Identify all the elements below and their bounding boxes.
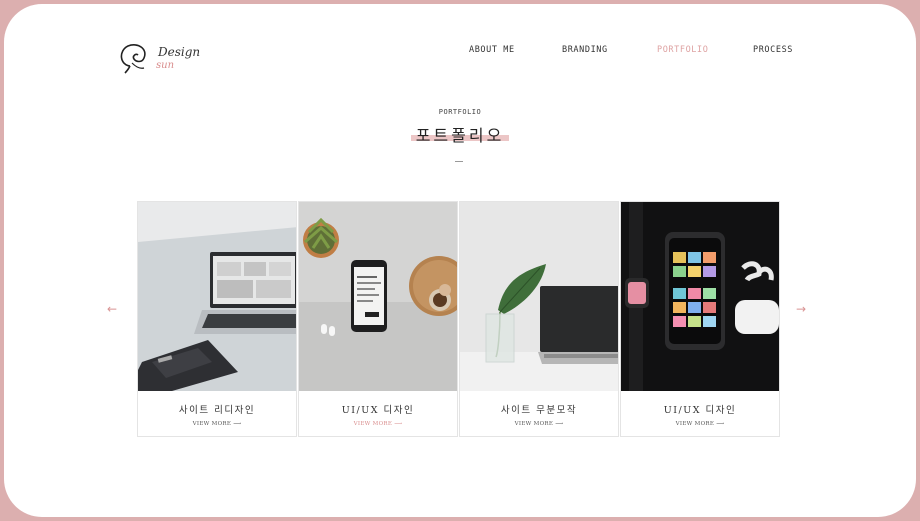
- next-arrow-icon[interactable]: →: [796, 302, 806, 316]
- nav-item-about-me[interactable]: ABOUT ME: [469, 45, 515, 55]
- nav-item-branding[interactable]: BRANDING: [562, 45, 608, 55]
- card-caption: 사이트 리디자인: [178, 405, 256, 416]
- card-caption: UI/UX 디자인: [663, 405, 737, 416]
- phone-watch-airpods-photo: [621, 202, 779, 391]
- section-label: PORTFOLIO: [438, 108, 482, 116]
- page-frame: Design sun ABOUT ME BRANDING PORTFOLIO P…: [4, 4, 916, 517]
- nav-item-portfolio[interactable]: PORTFOLIO: [657, 45, 708, 55]
- view-more-link[interactable]: VIEW MORE ⟶: [299, 421, 457, 427]
- portfolio-carousel: 사이트 리디자인 VIEW MORE ⟶ UI/UX 디자인 VIEW MORE…: [137, 201, 781, 438]
- section-title: 포트폴리오: [415, 126, 505, 145]
- portfolio-card-2[interactable]: UI/UX 디자인 VIEW MORE ⟶: [298, 201, 458, 437]
- prev-arrow-icon[interactable]: ←: [107, 302, 117, 316]
- nav-item-process[interactable]: PROCESS: [753, 45, 793, 55]
- portfolio-card-4[interactable]: UI/UX 디자인 VIEW MORE ⟶: [620, 201, 780, 437]
- main-nav: ABOUT ME BRANDING PORTFOLIO PROCESS: [4, 45, 916, 61]
- view-more-link[interactable]: VIEW MORE ⟶: [138, 421, 296, 427]
- phone-plant-photo: [299, 202, 457, 391]
- view-more-link[interactable]: VIEW MORE ⟶: [460, 421, 618, 427]
- card-caption: 사이트 무분모작: [500, 405, 578, 416]
- portfolio-card-1[interactable]: 사이트 리디자인 VIEW MORE ⟶: [137, 201, 297, 437]
- logo-text-line2: sun: [156, 60, 175, 71]
- laptop-leaf-photo: [460, 202, 618, 391]
- view-more-link[interactable]: VIEW MORE ⟶: [621, 421, 779, 427]
- card-caption: UI/UX 디자인: [341, 405, 415, 416]
- title-divider: [455, 161, 463, 162]
- laptop-desk-photo: [138, 202, 296, 391]
- portfolio-card-3[interactable]: 사이트 무분모작 VIEW MORE ⟶: [459, 201, 619, 437]
